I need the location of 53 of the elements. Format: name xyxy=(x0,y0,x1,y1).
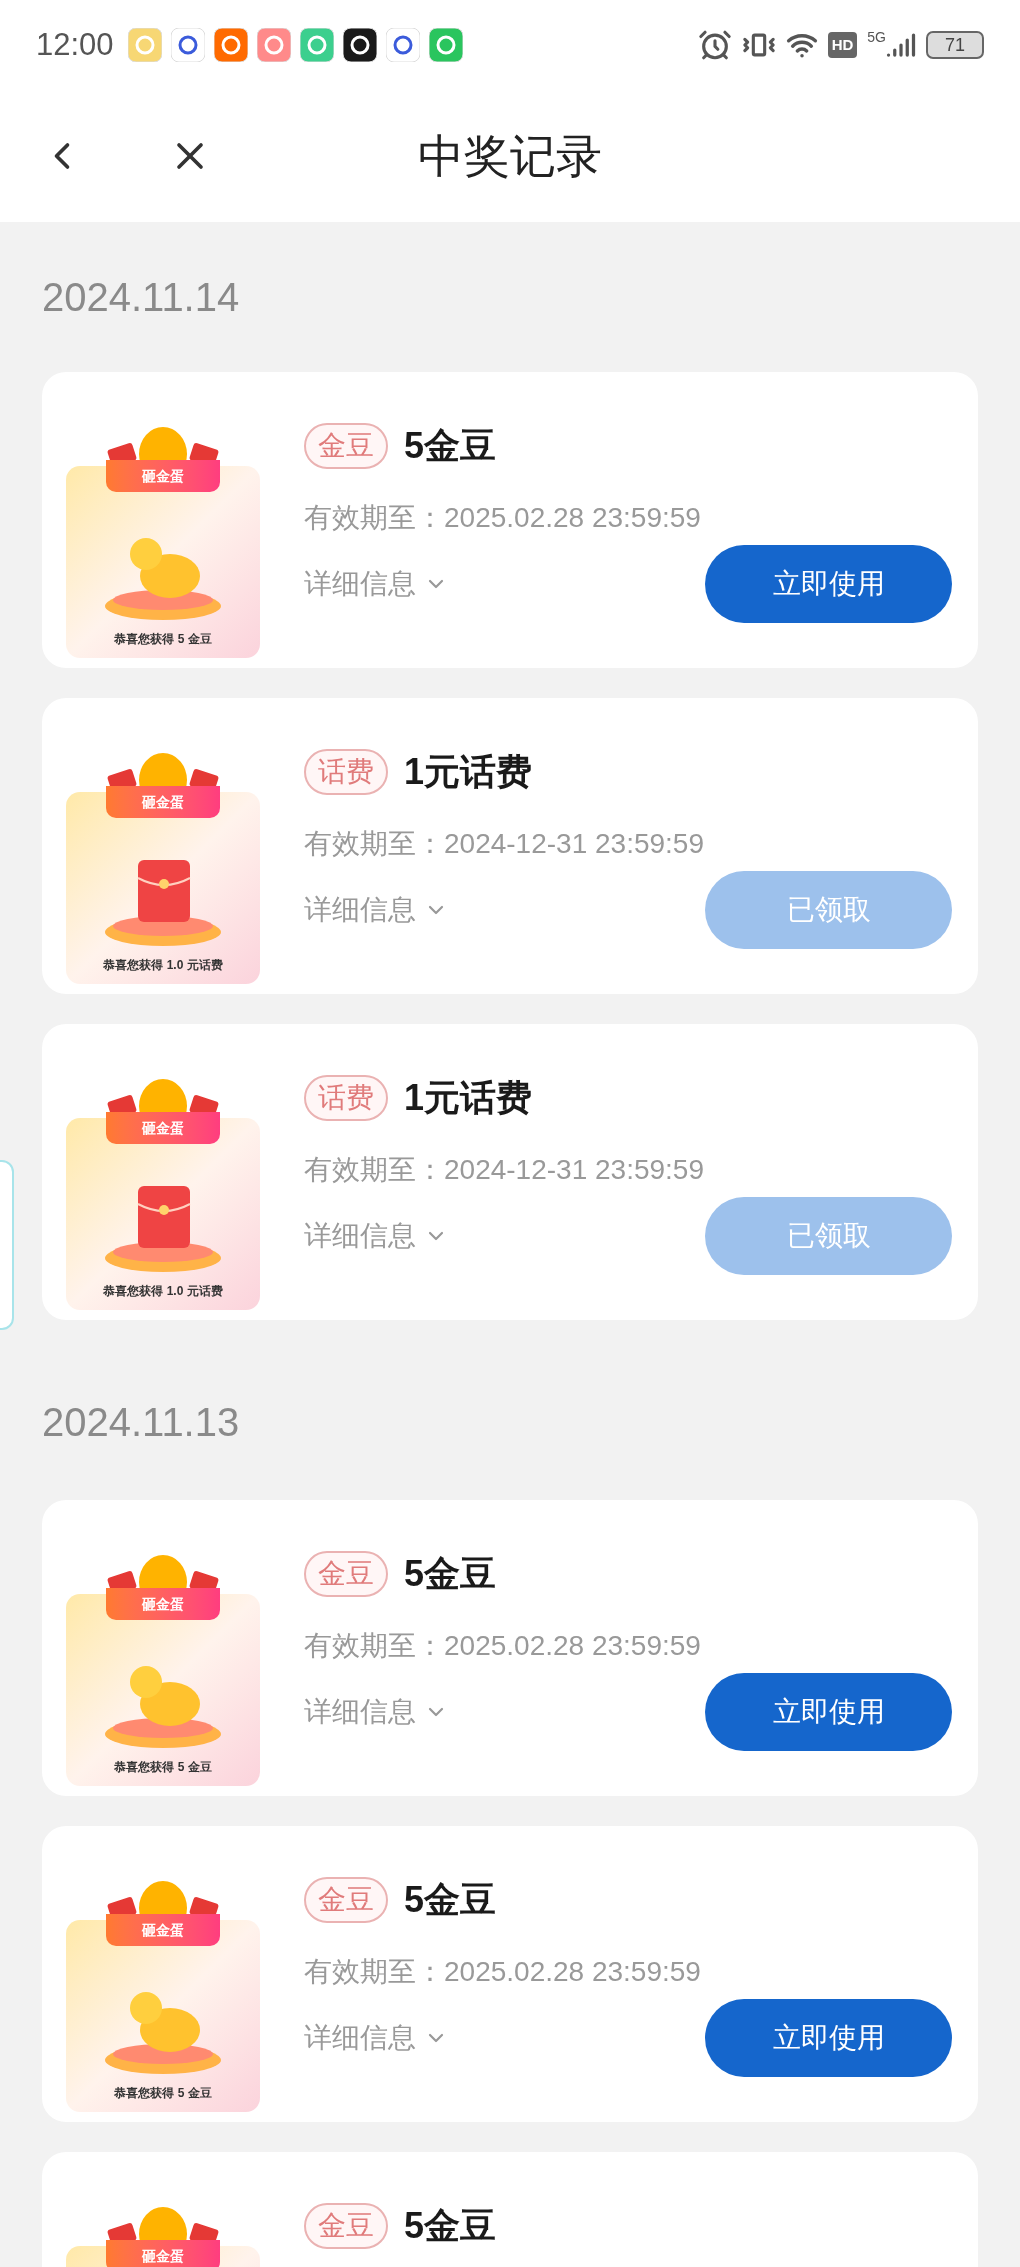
notification-app-icon xyxy=(170,28,205,62)
prize-caption: 恭喜您获得 5 金豆 xyxy=(114,2085,212,2102)
network-type: 5G xyxy=(867,30,886,44)
prize-caption: 恭喜您获得 1.0 元话费 xyxy=(103,957,223,974)
prize-banner: 砸金蛋 xyxy=(106,1112,220,1144)
prize-title: 5金豆 xyxy=(404,424,497,468)
signal-icon xyxy=(886,30,916,60)
status-time: 12:00 xyxy=(36,25,114,64)
prize-title: 5金豆 xyxy=(404,2204,497,2248)
expiry-text: 有效期至：2024-12-31 23:59:59 xyxy=(304,1153,705,1187)
use-now-button[interactable]: 立即使用 xyxy=(705,1673,952,1751)
use-now-button[interactable]: 立即使用 xyxy=(705,545,952,623)
details-toggle[interactable]: 详细信息 xyxy=(304,889,448,931)
prize-type-tag: 金豆 xyxy=(304,423,388,469)
alarm-icon xyxy=(697,28,732,62)
prize-type-tag: 金豆 xyxy=(304,1551,388,1597)
prize-banner: 砸金蛋 xyxy=(106,2240,220,2267)
details-toggle[interactable]: 详细信息 xyxy=(304,2017,448,2059)
hd-badge: HD xyxy=(827,32,858,58)
prize-title: 5金豆 xyxy=(404,1878,497,1922)
notification-app-icon xyxy=(299,28,334,62)
prize-banner: 砸金蛋 xyxy=(106,1914,220,1946)
details-toggle[interactable]: 详细信息 xyxy=(304,563,448,605)
date-heading: 2024.11.13 xyxy=(42,1399,240,1446)
expiry-text: 有效期至：2024-12-31 23:59:59 xyxy=(304,827,705,861)
prize-type-tag: 金豆 xyxy=(304,2203,388,2249)
expiry-text: 有效期至：2025.02.28 23:59:59 xyxy=(304,1955,702,1989)
prize-caption: 恭喜您获得 5 金豆 xyxy=(114,1759,212,1776)
prize-title: 1元话费 xyxy=(404,750,533,794)
page-title: 中奖记录 xyxy=(418,128,602,184)
details-toggle[interactable]: 详细信息 xyxy=(304,1215,448,1257)
expiry-text: 有效期至：2025.02.28 23:59:59 xyxy=(304,1629,702,1663)
prize-caption: 恭喜您获得 5 金豆 xyxy=(114,631,212,648)
notification-app-icon xyxy=(342,28,377,62)
notification-app-icon xyxy=(385,28,420,62)
date-heading: 2024.11.14 xyxy=(42,274,240,321)
prize-banner: 砸金蛋 xyxy=(106,786,220,818)
prize-type-tag: 话费 xyxy=(304,749,388,795)
prize-caption: 恭喜您获得 1.0 元话费 xyxy=(103,1283,223,1300)
notification-app-icon xyxy=(127,28,162,62)
details-toggle[interactable]: 详细信息 xyxy=(304,1691,448,1733)
use-now-button[interactable]: 立即使用 xyxy=(705,1999,952,2077)
prize-title: 1元话费 xyxy=(404,1076,533,1120)
expiry-text: 有效期至：2025.02.28 23:59:59 xyxy=(304,501,702,535)
prize-type-tag: 金豆 xyxy=(304,1877,388,1923)
prize-banner: 砸金蛋 xyxy=(106,1588,220,1620)
notification-app-icon xyxy=(428,28,463,62)
prize-title: 5金豆 xyxy=(404,1552,497,1596)
battery-indicator: 71 xyxy=(926,31,984,59)
prize-type-tag: 话费 xyxy=(304,1075,388,1121)
prize-banner: 砸金蛋 xyxy=(106,460,220,492)
notification-app-icon xyxy=(213,28,248,62)
notification-app-icon xyxy=(256,28,291,62)
